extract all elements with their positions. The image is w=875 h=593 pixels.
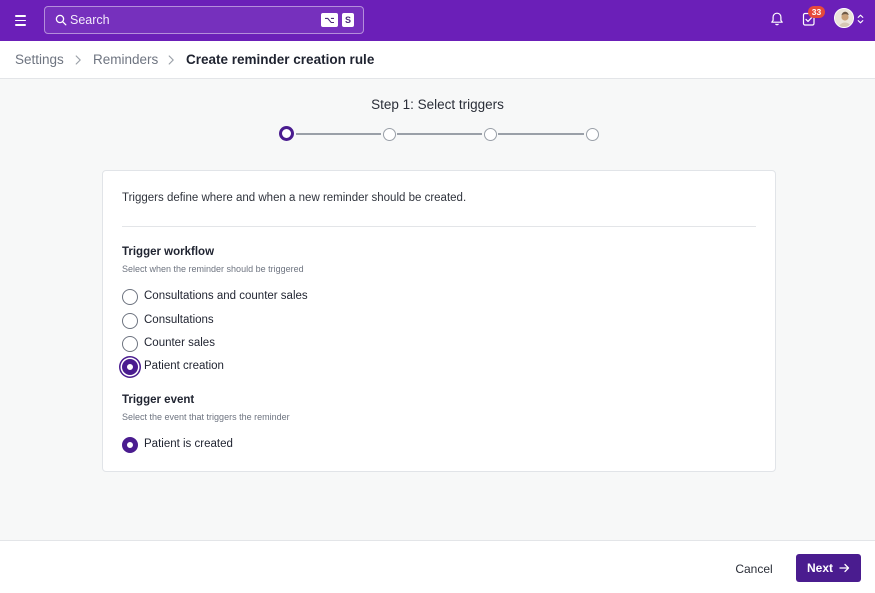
cancel-button[interactable]: Cancel <box>726 560 782 578</box>
search-icon <box>55 14 67 26</box>
divider <box>122 226 756 227</box>
step-title: Step 1: Select triggers <box>371 97 504 112</box>
breadcrumb-current: Create reminder creation rule <box>186 52 375 67</box>
next-button-label: Next <box>806 561 833 575</box>
breadcrumb-settings[interactable]: Settings <box>15 52 64 67</box>
stepper-connector <box>397 133 482 135</box>
bell-icon[interactable] <box>770 11 784 27</box>
triggers-card: Triggers define where and when a new rem… <box>102 170 776 472</box>
top-navigation-bar: Search ⌥ S 33 <box>0 0 875 41</box>
radio-label[interactable]: Consultations and counter sales <box>144 290 308 302</box>
radio-counter-sales[interactable] <box>122 336 138 352</box>
shortcut-s-key: S <box>342 13 354 27</box>
stepper-connector <box>498 133 584 135</box>
breadcrumb: Settings Reminders Create reminder creat… <box>0 41 875 79</box>
radio-label[interactable]: Consultations <box>144 314 214 326</box>
arrow-right-icon <box>839 563 850 573</box>
wizard-footer: Cancel Next <box>0 540 875 593</box>
radio-label[interactable]: Patient is created <box>144 438 233 450</box>
trigger-event-subtitle: Select the event that triggers the remin… <box>122 412 290 422</box>
stepper-connector <box>296 133 381 135</box>
chevron-updown-icon[interactable] <box>857 13 864 25</box>
next-button[interactable]: Next <box>796 554 861 582</box>
shortcut-option-key: ⌥ <box>321 13 338 27</box>
radio-label[interactable]: Patient creation <box>144 360 224 372</box>
radio-consultations[interactable] <box>122 313 138 329</box>
hamburger-icon[interactable] <box>12 11 30 29</box>
search-placeholder: Search <box>70 13 110 27</box>
chevron-right-icon <box>168 55 174 65</box>
radio-patient-creation[interactable] <box>122 359 138 375</box>
search-input[interactable]: Search ⌥ S <box>44 6 364 34</box>
step-3-indicator[interactable] <box>484 128 497 141</box>
user-avatar[interactable] <box>834 8 854 28</box>
tasks-count-badge: 33 <box>808 6 825 18</box>
triggers-intro-text: Triggers define where and when a new rem… <box>122 192 467 204</box>
step-2-indicator[interactable] <box>383 128 396 141</box>
radio-consultations-and-counter-sales[interactable] <box>122 289 138 305</box>
chevron-right-icon <box>75 55 81 65</box>
trigger-workflow-title: Trigger workflow <box>122 246 215 258</box>
trigger-event-title: Trigger event <box>122 394 195 406</box>
radio-patient-is-created[interactable] <box>122 437 138 453</box>
step-4-indicator[interactable] <box>586 128 599 141</box>
step-1-indicator[interactable] <box>279 126 294 141</box>
radio-label[interactable]: Counter sales <box>144 337 215 349</box>
breadcrumb-reminders[interactable]: Reminders <box>93 52 158 67</box>
trigger-workflow-subtitle: Select when the reminder should be trigg… <box>122 264 304 274</box>
